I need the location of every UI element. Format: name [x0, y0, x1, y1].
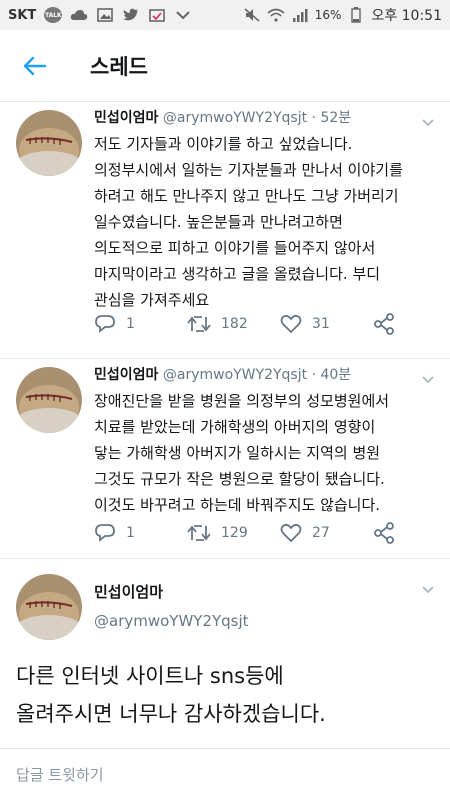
carrier-label: SKT: [8, 7, 37, 23]
heart-icon: [280, 523, 302, 543]
focused-tweet: 민섭이엄마 @arymwoYWY2Yqsjt 다른 인터넷 사이트나 sns등에…: [0, 559, 450, 749]
tweet-header: 민섭이엄마 @arymwoYWY2Yqsjt · 40분: [94, 365, 420, 385]
author-name[interactable]: 민섭이엄마: [94, 581, 420, 602]
like-button[interactable]: 27: [280, 523, 373, 543]
kakaotalk-icon: TALK: [44, 7, 63, 23]
app-header: 스레드: [0, 30, 450, 102]
retweet-count: 129: [221, 525, 248, 541]
battery-percent: 16%: [314, 8, 342, 22]
tweet-header: 민섭이엄마 @arymwoYWY2Yqsjt · 52분: [94, 108, 420, 128]
like-button[interactable]: 31: [280, 314, 373, 334]
share-icon: [374, 522, 394, 544]
author-handle[interactable]: @arymwoYWY2Yqsjt: [163, 367, 307, 383]
tweet-time: · 40분: [311, 367, 352, 383]
image-icon: [96, 7, 114, 23]
like-count: 31: [312, 316, 330, 332]
tweet-1[interactable]: 민섭이엄마 @arymwoYWY2Yqsjt · 52분 저도 기자들과 이야기…: [0, 102, 450, 360]
tweet-actions: 1 129 27: [94, 521, 450, 545]
tweet-menu-chevron-icon[interactable]: [420, 581, 436, 597]
author-name[interactable]: 민섭이엄마: [94, 110, 158, 126]
calendar-check-icon: [148, 7, 166, 23]
reply-icon: [95, 524, 115, 542]
avatar[interactable]: [16, 110, 82, 176]
tweet-2[interactable]: 민섭이엄마 @arymwoYWY2Yqsjt · 40분 장애진단을 받을 병원…: [0, 359, 450, 559]
author-handle[interactable]: @arymwoYWY2Yqsjt: [163, 110, 307, 126]
retweet-button[interactable]: 129: [187, 524, 280, 542]
share-button[interactable]: [373, 313, 450, 335]
author-handle[interactable]: @arymwoYWY2Yqsjt: [94, 612, 420, 630]
retweet-count: 182: [221, 316, 248, 332]
reply-button[interactable]: 1: [94, 523, 187, 543]
tweet-menu-chevron-icon[interactable]: [420, 371, 436, 387]
reply-compose-bar[interactable]: 답글 트윗하기: [0, 748, 450, 800]
author-name[interactable]: 민섭이엄마: [94, 367, 158, 383]
heart-icon: [280, 314, 302, 334]
tweet-menu-chevron-icon[interactable]: [420, 114, 436, 130]
twitter-bird-icon: [122, 7, 140, 23]
page-title: 스레드: [90, 54, 148, 79]
chevron-down-icon: [174, 7, 192, 23]
reply-button[interactable]: 1: [94, 314, 187, 334]
share-icon: [374, 313, 394, 335]
reply-count: 1: [126, 316, 135, 332]
avatar[interactable]: [16, 574, 82, 640]
status-bar: SKT TALK 16% 오후 10:51: [0, 0, 450, 30]
avatar[interactable]: [16, 367, 82, 433]
tweet-text: 다른 인터넷 사이트나 sns등에 올려주시면 너무나 감사하겠습니다.: [16, 664, 326, 726]
reply-input-placeholder[interactable]: 답글 트윗하기: [16, 764, 104, 785]
signal-icon: [291, 7, 309, 23]
like-count: 27: [312, 525, 330, 541]
wifi-icon: [267, 7, 285, 23]
cloud-icon: [70, 7, 88, 23]
retweet-icon: [187, 525, 211, 541]
back-button[interactable]: [0, 30, 70, 102]
mute-icon: [243, 7, 261, 23]
reply-count: 1: [126, 525, 135, 541]
battery-icon: [347, 7, 365, 23]
tweet-text: 장애진단을 받을 병원을 의정부의 성모병원에서 치료를 받았는데 가해학생의 …: [94, 392, 390, 514]
tweet-actions: 1 182 31: [94, 312, 450, 336]
share-button[interactable]: [373, 522, 450, 544]
tweet-time: · 52분: [311, 110, 352, 126]
clock: 오후 10:51: [371, 8, 442, 24]
tweet-text: 저도 기자들과 이야기를 하고 싶었습니다. 의정부시에서 일하는 기자분들과 …: [94, 135, 403, 309]
back-arrow-icon: [23, 56, 47, 75]
retweet-icon: [187, 316, 211, 332]
reply-icon: [95, 315, 115, 333]
retweet-button[interactable]: 182: [187, 315, 280, 333]
